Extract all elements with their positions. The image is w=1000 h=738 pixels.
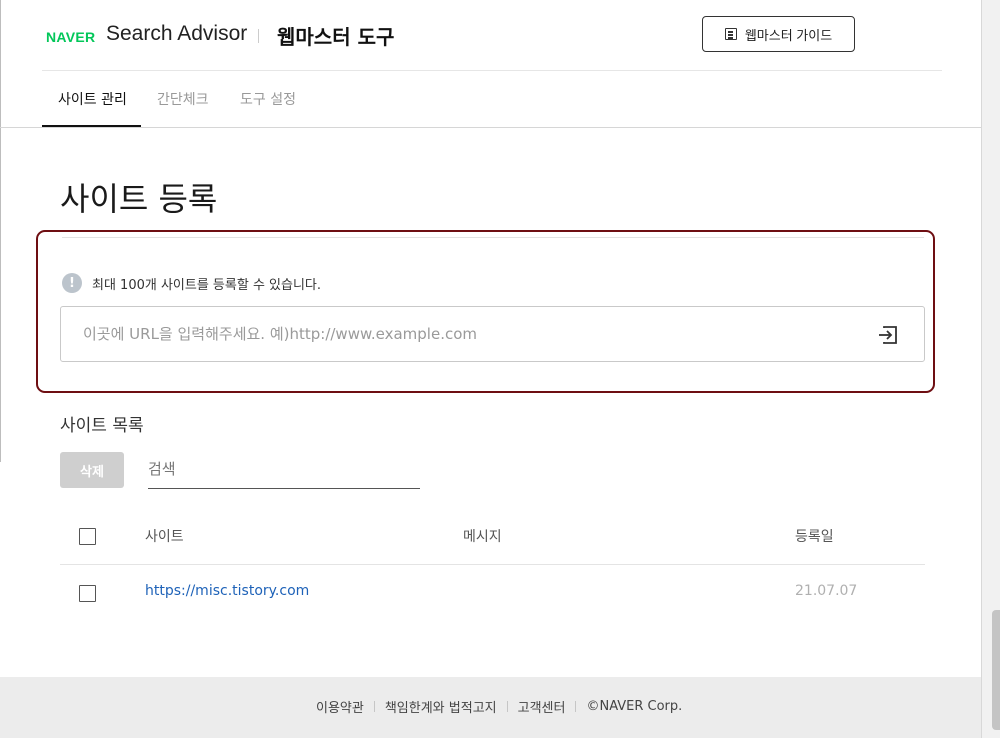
site-footer: 이용약관 책임한계와 법적고지 고객센터 ©NAVER Corp. [0, 677, 982, 738]
webmaster-guide-label: 웹마스터 가이드 [744, 27, 833, 43]
webmaster-guide-button[interactable]: 웹마스터 가이드 [702, 16, 855, 52]
search-advisor-logo[interactable]: Search Advisor [106, 22, 247, 46]
enter-arrow-icon[interactable] [876, 323, 900, 347]
column-header-site: 사이트 [145, 529, 184, 545]
page-title: 사이트 등록 [60, 180, 218, 218]
select-all-checkbox[interactable] [79, 528, 96, 545]
footer-links: 이용약관 책임한계와 법적고지 고객센터 ©NAVER Corp. [316, 697, 682, 716]
footer-divider [575, 701, 577, 712]
search-input[interactable] [148, 452, 420, 486]
site-registration-panel: ! 최대 100개 사이트를 등록할 수 있습니다. [36, 230, 935, 393]
table-row: https://misc.tistory.com 21.07.07 [60, 565, 925, 622]
url-input-container [60, 306, 925, 362]
footer-link-customer-center[interactable]: 고객센터 [518, 697, 566, 716]
tab-tool-settings[interactable]: 도구 설정 [240, 89, 296, 109]
site-link[interactable]: https://misc.tistory.com [145, 583, 309, 599]
footer-divider [506, 701, 508, 712]
footer-copyright: ©NAVER Corp. [586, 699, 683, 714]
exclamation-icon: ! [62, 273, 82, 293]
tab-quick-check[interactable]: 간단체크 [157, 89, 209, 109]
header-divider [258, 29, 259, 43]
registration-notice: ! 최대 100개 사이트를 등록할 수 있습니다. [62, 273, 321, 293]
footer-link-legal[interactable]: 책임한계와 법적고지 [385, 697, 497, 716]
site-list-title: 사이트 목록 [60, 416, 144, 436]
main-tabs: 사이트 관리 간단체크 도구 설정 [42, 71, 982, 128]
table-header-row: 사이트 메시지 등록일 [60, 508, 925, 565]
delete-button[interactable]: 삭제 [60, 452, 124, 488]
footer-link-terms[interactable]: 이용약관 [316, 697, 364, 716]
tabs-divider [0, 127, 982, 128]
search-field-container [148, 452, 420, 489]
tab-site-management[interactable]: 사이트 관리 [58, 89, 127, 109]
panel-divider [62, 237, 924, 238]
url-input[interactable] [61, 307, 861, 361]
webmaster-tools-title[interactable]: 웹마스터 도구 [277, 21, 394, 50]
window-border-left [0, 0, 1, 462]
document-list-icon [724, 28, 737, 40]
scrollbar-thumb[interactable] [992, 610, 1000, 730]
registration-date: 21.07.07 [795, 583, 858, 599]
row-checkbox[interactable] [79, 585, 96, 602]
footer-divider [373, 701, 375, 712]
naver-logo[interactable]: NAVER [46, 29, 95, 45]
column-header-message: 메시지 [463, 529, 502, 545]
site-table: 사이트 메시지 등록일 https://misc.tistory.com 21.… [60, 508, 925, 622]
notice-text: 최대 100개 사이트를 등록할 수 있습니다. [92, 277, 322, 293]
site-header: NAVER Search Advisor 웹마스터 도구 웹마스터 가이드 [42, 0, 942, 71]
column-header-date: 등록일 [795, 529, 834, 545]
